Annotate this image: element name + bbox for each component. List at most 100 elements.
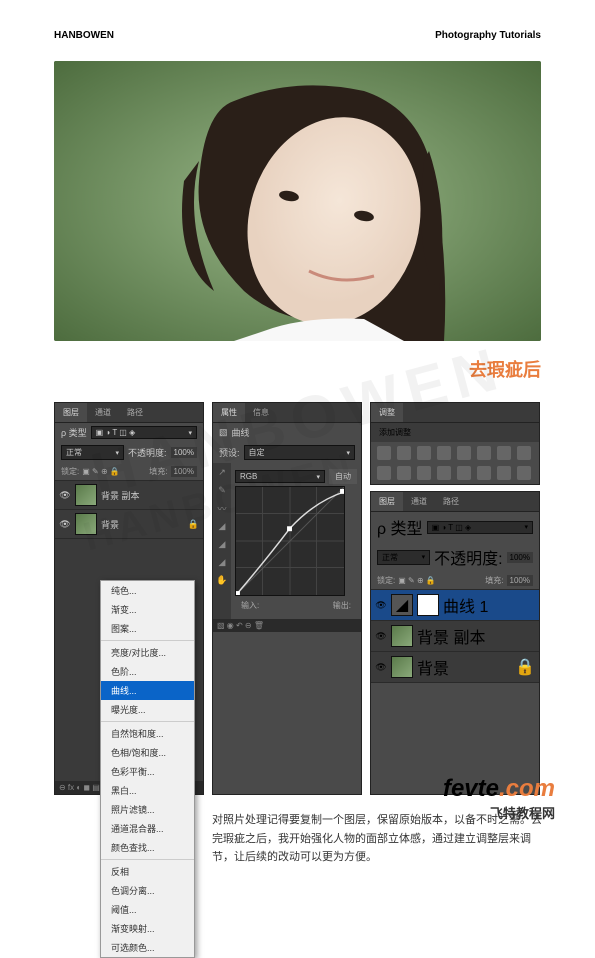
adj-threshold-icon[interactable] [477, 466, 491, 480]
adj-bw-icon[interactable] [517, 446, 531, 460]
layer-item[interactable]: 👁 背景 🔒 [55, 510, 203, 539]
adj-filter-icon[interactable] [377, 466, 391, 480]
menu-vibrance[interactable]: 自然饱和度... [101, 724, 194, 743]
layer-thumb [75, 513, 97, 535]
eye-icon[interactable]: 👁 [375, 600, 387, 610]
adj-lookup-icon[interactable] [417, 466, 431, 480]
layer-item-curves[interactable]: 👁 ◢ 曲线 1 [371, 590, 539, 621]
site-logo: fevte.com 飞特教程网 [443, 775, 555, 822]
layer-thumb [75, 484, 97, 506]
tab-channels-2[interactable]: 通道 [403, 492, 435, 511]
layer-thumb [391, 656, 413, 678]
adj-invert-icon[interactable] [437, 466, 451, 480]
menu-gradient[interactable]: 渐变... [101, 600, 194, 619]
preset-label: 预设: [219, 446, 240, 459]
layer-name: 背景 [417, 655, 449, 679]
tab-info[interactable]: 信息 [245, 403, 277, 422]
lock-label-2: 锁定: [377, 575, 395, 586]
menu-exposure[interactable]: 曝光度... [101, 700, 194, 719]
layer-item[interactable]: 👁 背景 副本 [55, 481, 203, 510]
eye-icon[interactable]: 👁 [375, 662, 387, 672]
tab-paths-2[interactable]: 路径 [435, 492, 467, 511]
curves-title: 曲线 [232, 426, 250, 439]
layer-item[interactable]: 👁 背景 🔒 [371, 652, 539, 683]
opacity-value-2[interactable]: 100% [507, 552, 533, 563]
menu-lookup[interactable]: 颜色查找... [101, 838, 194, 857]
menu-gradmap[interactable]: 渐变映射... [101, 919, 194, 938]
input-label: 输入: [241, 600, 259, 611]
layer-thumb [391, 625, 413, 647]
adj-selective-icon[interactable] [517, 466, 531, 480]
lock-icons-2[interactable]: ▣ ✎ ⊕ 🔒 [398, 576, 436, 585]
menu-balance[interactable]: 色彩平衡... [101, 762, 194, 781]
portrait-photo [54, 61, 541, 341]
add-adjustment-label: 添加调整 [371, 423, 539, 442]
tab-adjustments[interactable]: 调整 [371, 403, 403, 422]
adj-brightness-icon[interactable] [377, 446, 391, 460]
adj-hue-icon[interactable] [477, 446, 491, 460]
layer-item[interactable]: 👁 背景 副本 [371, 621, 539, 652]
curves-bottom-icons[interactable]: ▧ ◉ ↶ ⊖ 🗑 [213, 619, 361, 632]
hand-tool[interactable]: ✋ [213, 571, 231, 589]
adjustments-panel: 调整 添加调整 [370, 402, 540, 485]
adj-mixer-icon[interactable] [397, 466, 411, 480]
mask-thumb [417, 594, 439, 616]
menu-pattern[interactable]: 图案... [101, 619, 194, 638]
adj-posterize-icon[interactable] [457, 466, 471, 480]
auto-button[interactable]: 自动 [329, 469, 357, 484]
preset-dropdown[interactable]: 自定 [244, 445, 355, 460]
eyedropper-gray[interactable]: ◢ [213, 535, 231, 553]
lock-icon: 🔒 [515, 657, 535, 677]
header-left: HANBOWEN [54, 30, 114, 41]
menu-mixer[interactable]: 通道混合器... [101, 819, 194, 838]
tab-layers-2[interactable]: 图层 [371, 492, 403, 511]
adj-gradient-icon[interactable] [497, 466, 511, 480]
adj-exposure-icon[interactable] [437, 446, 451, 460]
fill-value-2[interactable]: 100% [507, 575, 533, 586]
curves-thumb: ◢ [391, 594, 413, 616]
blend-mode-2[interactable]: 正常 [377, 550, 430, 565]
menu-brightness[interactable]: 亮度/对比度... [101, 643, 194, 662]
lock-icons[interactable]: ▣ ✎ ⊕ 🔒 [82, 467, 120, 476]
menu-threshold[interactable]: 阈值... [101, 900, 194, 919]
opacity-value[interactable]: 100% [171, 447, 197, 458]
logo-text-1: fevte [443, 775, 499, 802]
lock-icon: 🔒 [188, 519, 199, 530]
eye-icon[interactable]: 👁 [59, 519, 71, 529]
tab-layers[interactable]: 图层 [55, 403, 87, 422]
menu-curves[interactable]: 曲线... [101, 681, 194, 700]
tab-properties[interactable]: 属性 [213, 403, 245, 422]
tab-paths[interactable]: 路径 [119, 403, 151, 422]
kind-filter-2[interactable]: ▣ ◑ T ◫ ◈ [427, 521, 533, 534]
adjustment-context-menu: 纯色... 渐变... 图案... 亮度/对比度... 色阶... 曲线... … [100, 580, 195, 958]
smooth-tool[interactable]: 〰 [213, 499, 231, 517]
menu-levels[interactable]: 色阶... [101, 662, 194, 681]
menu-solid-color[interactable]: 纯色... [101, 581, 194, 600]
menu-bw[interactable]: 黑白... [101, 781, 194, 800]
adj-balance-icon[interactable] [497, 446, 511, 460]
eye-icon[interactable]: 👁 [59, 490, 71, 500]
adj-curves-icon[interactable] [417, 446, 431, 460]
menu-posterize[interactable]: 色调分离... [101, 881, 194, 900]
header-right: Photography Tutorials [435, 30, 541, 41]
curve-grid[interactable] [235, 486, 345, 596]
menu-hue[interactable]: 色相/饱和度... [101, 743, 194, 762]
eye-icon[interactable]: 👁 [375, 631, 387, 641]
blend-mode[interactable]: 正常 [61, 445, 124, 460]
curve-tool[interactable]: ↗ [213, 463, 231, 481]
tab-channels[interactable]: 通道 [87, 403, 119, 422]
adj-vibrance-icon[interactable] [457, 446, 471, 460]
eyedropper-white[interactable]: ◢ [213, 553, 231, 571]
channel-dropdown[interactable]: RGB [235, 470, 325, 483]
menu-selective[interactable]: 可选颜色... [101, 938, 194, 957]
menu-invert[interactable]: 反相 [101, 862, 194, 881]
menu-filter[interactable]: 照片滤镜... [101, 800, 194, 819]
eyedropper-black[interactable]: ◢ [213, 517, 231, 535]
caption: 去瑕疵后 [54, 356, 541, 382]
layers-panel-2: 图层 通道 路径 ρ 类型 ▣ ◑ T ◫ ◈ 正常 不透明度: 100% 锁定… [370, 491, 540, 795]
fill-value[interactable]: 100% [171, 466, 197, 477]
logo-subtitle: 飞特教程网 [443, 803, 555, 822]
adj-levels-icon[interactable] [397, 446, 411, 460]
pencil-tool[interactable]: ✎ [213, 481, 231, 499]
kind-filter[interactable]: ▣ ◑ T ◫ ◈ [91, 426, 197, 439]
